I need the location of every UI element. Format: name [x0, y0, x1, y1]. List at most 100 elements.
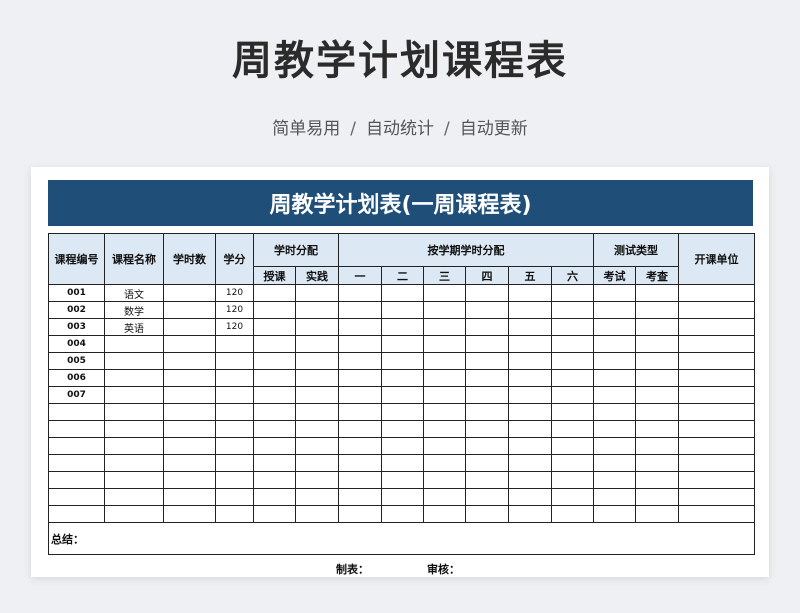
table-cell[interactable]: [295, 505, 339, 523]
table-cell[interactable]: [635, 403, 679, 421]
credits-cell[interactable]: [215, 369, 254, 387]
table-cell[interactable]: [593, 454, 636, 472]
table-cell[interactable]: [508, 352, 552, 370]
course-name-cell[interactable]: [104, 403, 164, 421]
table-cell[interactable]: [338, 420, 382, 438]
table-cell[interactable]: [295, 420, 339, 438]
table-cell[interactable]: [338, 488, 382, 506]
table-cell[interactable]: [338, 318, 382, 336]
table-cell[interactable]: [295, 437, 339, 455]
credits-cell[interactable]: 120: [215, 318, 254, 336]
credits-cell[interactable]: [215, 437, 254, 455]
table-cell[interactable]: [163, 284, 216, 302]
table-cell[interactable]: [465, 318, 509, 336]
table-cell[interactable]: [295, 369, 339, 387]
table-cell[interactable]: [465, 471, 509, 489]
credits-cell[interactable]: 120: [215, 284, 254, 302]
table-cell[interactable]: [551, 369, 594, 387]
table-cell[interactable]: [593, 301, 636, 319]
table-cell[interactable]: [423, 454, 466, 472]
table-cell[interactable]: [295, 471, 339, 489]
course-name-cell[interactable]: [104, 420, 164, 438]
table-cell[interactable]: [253, 352, 296, 370]
table-cell[interactable]: [551, 386, 594, 404]
table-cell[interactable]: [508, 471, 552, 489]
table-cell[interactable]: [295, 386, 339, 404]
table-cell[interactable]: [551, 505, 594, 523]
table-cell[interactable]: [508, 301, 552, 319]
table-cell[interactable]: [253, 505, 296, 523]
course-id-cell[interactable]: 006: [48, 369, 105, 387]
table-cell[interactable]: [593, 403, 636, 421]
table-cell[interactable]: [551, 403, 594, 421]
table-cell[interactable]: [593, 488, 636, 506]
table-cell[interactable]: [593, 420, 636, 438]
table-cell[interactable]: [381, 505, 424, 523]
table-cell[interactable]: [338, 454, 382, 472]
credits-cell[interactable]: [215, 403, 254, 421]
table-cell[interactable]: [593, 437, 636, 455]
table-cell[interactable]: [423, 505, 466, 523]
table-cell[interactable]: [423, 352, 466, 370]
course-id-cell[interactable]: [48, 420, 105, 438]
table-cell[interactable]: [635, 284, 679, 302]
table-cell[interactable]: [551, 437, 594, 455]
table-cell[interactable]: [635, 454, 679, 472]
table-cell[interactable]: [635, 301, 679, 319]
course-name-cell[interactable]: [104, 505, 164, 523]
table-cell[interactable]: [551, 420, 594, 438]
table-cell[interactable]: [678, 505, 755, 523]
table-cell[interactable]: [163, 352, 216, 370]
course-name-cell[interactable]: [104, 471, 164, 489]
table-cell[interactable]: [635, 369, 679, 387]
table-cell[interactable]: [423, 488, 466, 506]
table-cell[interactable]: [295, 284, 339, 302]
table-cell[interactable]: [338, 369, 382, 387]
table-cell[interactable]: [423, 386, 466, 404]
table-cell[interactable]: [678, 403, 755, 421]
table-cell[interactable]: [678, 488, 755, 506]
table-cell[interactable]: [678, 437, 755, 455]
table-cell[interactable]: [163, 369, 216, 387]
credits-cell[interactable]: [215, 352, 254, 370]
table-cell[interactable]: [508, 403, 552, 421]
table-cell[interactable]: [338, 386, 382, 404]
table-cell[interactable]: [465, 352, 509, 370]
course-name-cell[interactable]: [104, 352, 164, 370]
table-cell[interactable]: [465, 403, 509, 421]
table-cell[interactable]: [381, 335, 424, 353]
table-cell[interactable]: [551, 454, 594, 472]
table-cell[interactable]: [635, 318, 679, 336]
table-cell[interactable]: [338, 437, 382, 455]
credits-cell[interactable]: [215, 488, 254, 506]
table-cell[interactable]: [163, 488, 216, 506]
table-cell[interactable]: [465, 284, 509, 302]
course-id-cell[interactable]: 005: [48, 352, 105, 370]
table-cell[interactable]: [163, 505, 216, 523]
credits-cell[interactable]: [215, 335, 254, 353]
table-cell[interactable]: [253, 471, 296, 489]
table-cell[interactable]: [678, 386, 755, 404]
table-cell[interactable]: [295, 403, 339, 421]
table-cell[interactable]: [381, 284, 424, 302]
table-cell[interactable]: [381, 369, 424, 387]
table-cell[interactable]: [465, 386, 509, 404]
table-cell[interactable]: [253, 488, 296, 506]
table-cell[interactable]: [423, 403, 466, 421]
credits-cell[interactable]: [215, 505, 254, 523]
table-cell[interactable]: [593, 284, 636, 302]
table-cell[interactable]: [465, 301, 509, 319]
course-id-cell[interactable]: [48, 454, 105, 472]
credits-cell[interactable]: [215, 386, 254, 404]
table-cell[interactable]: [338, 284, 382, 302]
table-cell[interactable]: [465, 335, 509, 353]
table-cell[interactable]: [381, 488, 424, 506]
credits-cell[interactable]: [215, 471, 254, 489]
table-cell[interactable]: [508, 454, 552, 472]
table-cell[interactable]: [678, 301, 755, 319]
table-cell[interactable]: [253, 454, 296, 472]
table-cell[interactable]: [508, 284, 552, 302]
table-cell[interactable]: [423, 471, 466, 489]
table-cell[interactable]: [338, 352, 382, 370]
table-cell[interactable]: [163, 437, 216, 455]
